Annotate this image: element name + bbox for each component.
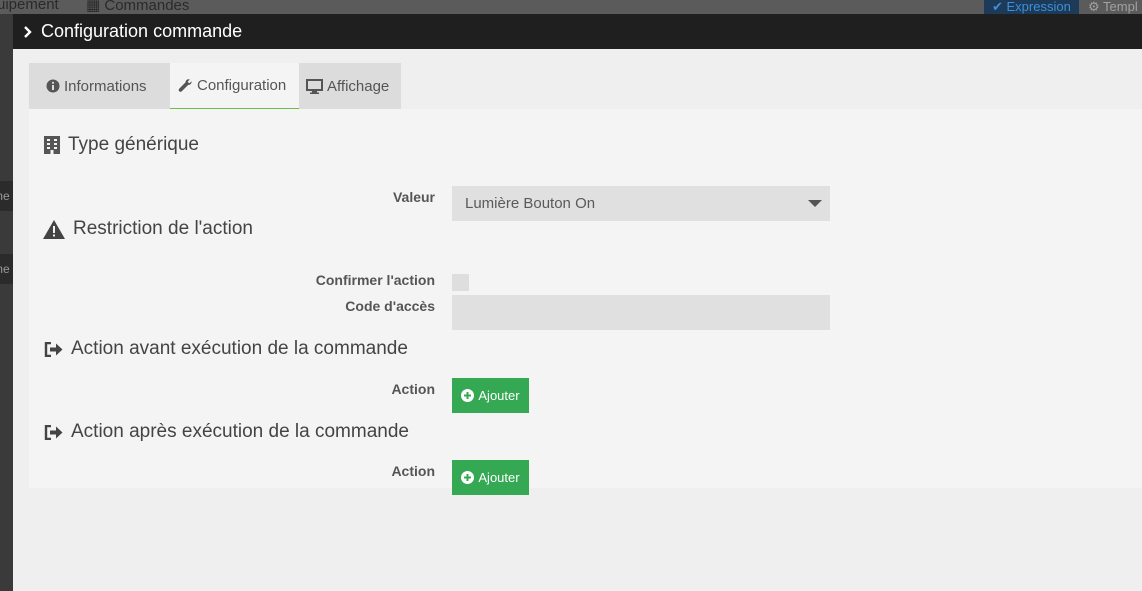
tab-label: Informations xyxy=(64,77,147,95)
confirm-action-label: Confirmer l'action xyxy=(315,272,435,288)
tab-label: Affichage xyxy=(327,77,390,95)
sign-out-icon xyxy=(44,341,63,357)
command-config-modal: Configuration commande Informations Conf… xyxy=(13,14,1142,591)
select-value: Lumière Bouton On xyxy=(465,195,596,212)
building-icon xyxy=(44,136,60,154)
info-circle-icon xyxy=(46,79,60,93)
plus-circle-icon xyxy=(461,471,475,484)
background-topbar: uipement ▦ Commandes ✔ Expression ⚙ Temp… xyxy=(0,0,1142,14)
section-title: Restriction de l'action xyxy=(73,218,253,239)
access-code-label: Code d'accès xyxy=(345,298,435,314)
modal-tabs: Informations Configuration Affichage xyxy=(29,63,401,109)
generic-type-select[interactable]: Lumière Bouton On xyxy=(452,186,830,221)
background-nav-text: uipement xyxy=(0,0,59,13)
section-restriction: Restriction de l'action xyxy=(43,218,253,240)
tab-affichage[interactable]: Affichage xyxy=(299,63,401,109)
button-label: Ajouter xyxy=(478,470,520,485)
chevron-right-icon[interactable] xyxy=(23,25,35,39)
background-side-tab: me xyxy=(0,254,13,284)
add-pre-action-button[interactable]: Ajouter xyxy=(452,378,529,413)
tab-configuration[interactable]: Configuration xyxy=(170,63,299,109)
value-label: Valeur xyxy=(392,189,435,205)
wrench-icon xyxy=(178,78,193,93)
expression-button[interactable]: ✔ Expression xyxy=(984,0,1079,14)
confirm-action-checkbox[interactable] xyxy=(452,274,469,291)
sign-out-icon xyxy=(44,424,63,440)
post-action-label: Action xyxy=(391,463,435,479)
section-pre-action: Action avant exécution de la commande xyxy=(44,338,408,360)
section-generic-type: Type générique xyxy=(44,134,199,156)
button-label: Ajouter xyxy=(478,388,520,403)
pre-action-label: Action xyxy=(391,381,435,397)
tab-informations[interactable]: Informations xyxy=(29,63,170,109)
list-icon: ▦ xyxy=(86,0,101,14)
modal-title: Configuration commande xyxy=(41,21,243,41)
access-code-input[interactable] xyxy=(452,295,830,330)
section-post-action: Action après exécution de la commande xyxy=(44,421,409,443)
caret-down-icon xyxy=(808,200,822,207)
modal-header: Configuration commande xyxy=(13,14,1142,49)
tab-label: Configuration xyxy=(197,77,287,94)
background-tab-commandes: ▦ Commandes xyxy=(86,0,189,14)
background-side-tab: me xyxy=(0,181,13,211)
section-title: Type générique xyxy=(68,134,199,155)
plus-circle-icon xyxy=(461,389,475,402)
section-title: Action après exécution de la commande xyxy=(71,421,409,442)
configuration-panel: Type générique Valeur Lumière Bouton On … xyxy=(29,109,1142,495)
section-title: Action avant exécution de la commande xyxy=(71,338,408,359)
warning-icon xyxy=(43,219,65,239)
desktop-icon xyxy=(306,78,323,94)
add-post-action-button[interactable]: Ajouter xyxy=(452,460,529,495)
template-button[interactable]: ⚙ Templ xyxy=(1088,0,1138,14)
